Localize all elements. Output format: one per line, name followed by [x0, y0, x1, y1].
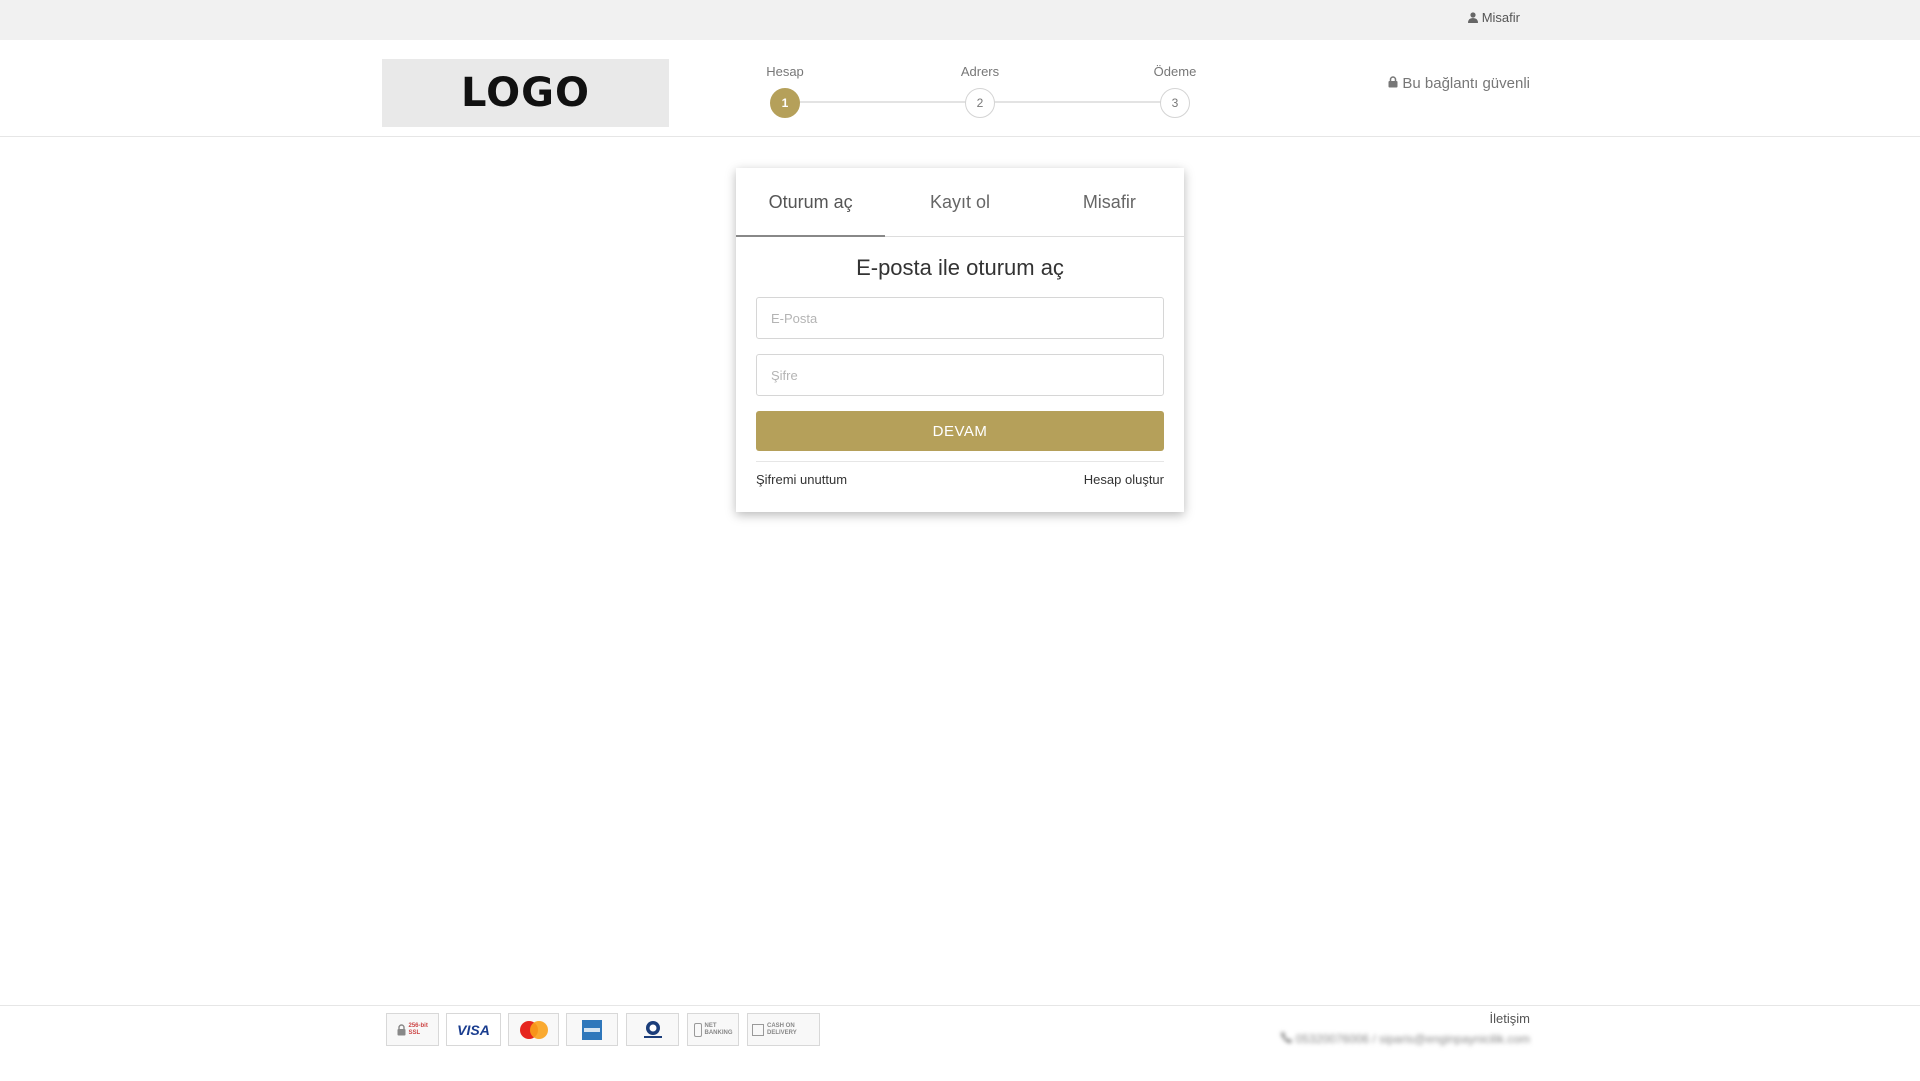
- step-account: Hesap 1: [745, 62, 825, 118]
- mastercard-icon: [508, 1013, 559, 1046]
- secure-connection-notice: Bu bağlantı güvenli: [1388, 75, 1530, 92]
- contact-text: 05320076006 / siparis@enginpaynicilik.co…: [1295, 1032, 1530, 1046]
- step-label: Ödeme: [1153, 64, 1197, 79]
- tab-register[interactable]: Kayıt ol: [885, 168, 1034, 236]
- guest-user-link[interactable]: Misafir: [1467, 10, 1520, 25]
- cash-on-delivery-icon-text: CASH ON DELIVERY: [767, 1022, 797, 1036]
- password-field[interactable]: [756, 354, 1164, 396]
- secure-text: Bu bağlantı güvenli: [1402, 75, 1530, 92]
- visa-icon-text: VISA: [457, 1021, 490, 1038]
- lock-icon: [1388, 75, 1398, 92]
- tab-login[interactable]: Oturum aç: [736, 168, 886, 237]
- ssl-icon-text: 256-bit SSL: [408, 1022, 428, 1036]
- step-label: Adrers: [960, 64, 1000, 79]
- tab-guest[interactable]: Misafir: [1035, 168, 1184, 236]
- checkout-header: LOGO Hesap 1 Adrers 2 Ödeme 3 Bu bağlant…: [0, 40, 1920, 137]
- divider: [756, 461, 1164, 462]
- step-payment: Ödeme 3: [1135, 62, 1215, 118]
- login-card: Oturum aç Kayıt ol Misafir E-posta ile o…: [736, 168, 1184, 512]
- phone-icon: [1280, 1032, 1292, 1046]
- step-label: Hesap: [766, 64, 804, 79]
- ssl-icon: 256-bit SSL: [386, 1013, 439, 1046]
- contact-info: 05320076006 / siparis@enginpaynicilik.co…: [1280, 1032, 1530, 1046]
- footer: 256-bit SSL VISA NET BANKING CASH ON DEL…: [0, 1005, 1920, 1081]
- login-tabs: Oturum aç Kayıt ol Misafir: [736, 168, 1184, 237]
- visa-icon: VISA: [446, 1013, 501, 1046]
- top-bar: Misafir: [0, 0, 1920, 41]
- step-address: Adrers 2: [940, 62, 1020, 118]
- continue-button[interactable]: DEVAM: [756, 411, 1164, 451]
- net-banking-icon: NET BANKING: [687, 1013, 739, 1046]
- step-number: 3: [1160, 88, 1190, 118]
- net-banking-icon-text: NET BANKING: [704, 1022, 733, 1036]
- step-number: 1: [770, 88, 800, 118]
- email-field[interactable]: [756, 297, 1164, 339]
- guest-user-label: Misafir: [1481, 10, 1520, 25]
- amex-icon: [566, 1013, 618, 1046]
- cash-on-delivery-icon: CASH ON DELIVERY: [747, 1013, 820, 1046]
- step-number: 2: [965, 88, 995, 118]
- forgot-password-link[interactable]: Şifremi unuttum: [756, 472, 847, 487]
- checkout-steps: Hesap 1 Adrers 2 Ödeme 3: [745, 62, 1196, 122]
- diners-club-icon: [626, 1013, 679, 1046]
- login-links: Şifremi unuttum Hesap oluştur: [756, 472, 1164, 487]
- contact-title[interactable]: İletişim: [1490, 1011, 1530, 1026]
- create-account-link[interactable]: Hesap oluştur: [1084, 472, 1164, 487]
- user-icon: [1467, 12, 1478, 23]
- login-title: E-posta ile oturum aç: [856, 255, 1064, 280]
- logo[interactable]: LOGO: [382, 59, 669, 127]
